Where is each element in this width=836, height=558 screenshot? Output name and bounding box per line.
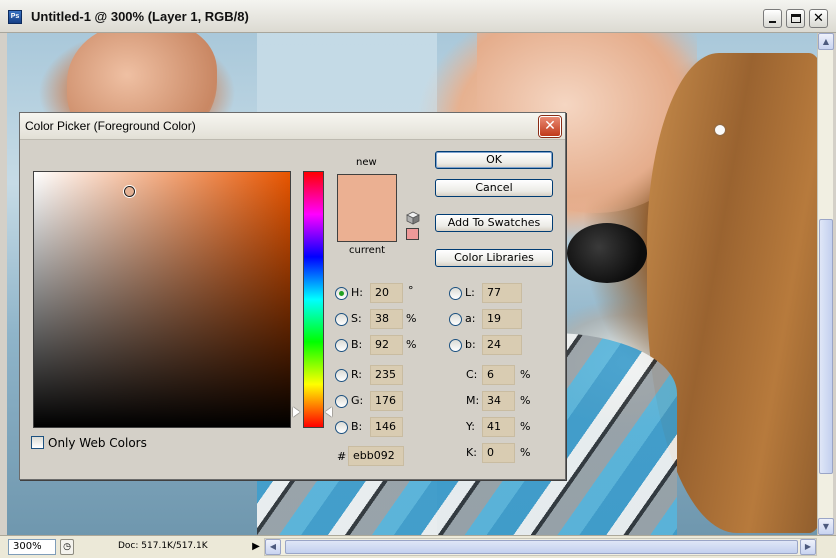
lab-l-label: L: <box>465 286 475 299</box>
brightness-label: B: <box>351 338 363 351</box>
status-bar: 300% ◷ Doc: 517.1K/517.1K ▶ ◀ ▶ <box>0 535 836 558</box>
hue-field[interactable]: 20 <box>370 283 403 303</box>
photo-region-sunglasses <box>567 223 647 283</box>
document-size-info: Doc: 517.1K/517.1K <box>118 541 208 551</box>
cancel-button[interactable]: Cancel <box>435 179 553 197</box>
web-safe-color-swatch[interactable] <box>406 228 419 240</box>
saturation-unit: % <box>406 312 417 325</box>
blue-label: B: <box>351 420 363 433</box>
color-field[interactable] <box>33 171 291 428</box>
radio-lab-b[interactable] <box>449 339 462 352</box>
vertical-scrollbar[interactable]: ▲ ▼ <box>817 33 834 535</box>
green-field[interactable]: 176 <box>370 391 403 411</box>
black-unit: % <box>520 446 531 459</box>
close-icon: ✕ <box>544 118 556 134</box>
color-picker-dialog: Color Picker (Foreground Color) ✕ new cu… <box>19 112 566 480</box>
dialog-titlebar: Color Picker (Foreground Color) ✕ <box>20 113 565 140</box>
current-color-label: current <box>349 245 386 256</box>
close-icon: ✕ <box>813 11 824 26</box>
hex-field[interactable]: ebb092 <box>348 446 404 466</box>
photoshop-app-icon: Ps <box>8 10 22 24</box>
ok-button[interactable]: OK <box>435 151 553 169</box>
green-label: G: <box>351 394 364 407</box>
status-menu-arrow-icon[interactable]: ▶ <box>250 539 262 555</box>
new-color-label: new <box>356 157 377 168</box>
web-safe-cube-icon[interactable] <box>406 211 420 225</box>
hue-slider-left-handle[interactable] <box>293 407 300 417</box>
hex-label: # <box>337 450 347 463</box>
radio-green[interactable] <box>335 395 348 408</box>
yellow-field[interactable]: 41 <box>482 417 515 437</box>
add-to-swatches-button[interactable]: Add To Swatches <box>435 214 553 232</box>
magenta-field[interactable]: 34 <box>482 391 515 411</box>
color-libraries-button[interactable]: Color Libraries <box>435 249 553 267</box>
new-color-swatch <box>337 174 397 242</box>
red-field[interactable]: 235 <box>370 365 403 385</box>
magenta-label: M: <box>466 394 480 407</box>
radio-saturation[interactable] <box>335 313 348 326</box>
radio-hue[interactable] <box>335 287 348 300</box>
maximize-icon <box>791 14 801 23</box>
window-close-button[interactable]: ✕ <box>809 9 828 28</box>
hue-slider[interactable] <box>303 171 324 428</box>
window-title: Untitled-1 @ 300% (Layer 1, RGB/8) <box>31 9 249 24</box>
black-field[interactable]: 0 <box>482 443 515 463</box>
color-field-marker[interactable] <box>124 186 135 197</box>
radio-lab-l[interactable] <box>449 287 462 300</box>
hue-label: H: <box>351 286 363 299</box>
vertical-scroll-thumb[interactable] <box>819 219 833 474</box>
horizontal-scrollbar[interactable]: ◀ ▶ <box>264 538 817 556</box>
radio-brightness[interactable] <box>335 339 348 352</box>
minimize-icon <box>769 21 776 23</box>
scroll-down-button[interactable]: ▼ <box>818 518 834 535</box>
cyan-unit: % <box>520 368 531 381</box>
scroll-right-button[interactable]: ▶ <box>800 539 816 555</box>
brightness-unit: % <box>406 338 417 351</box>
cyan-label: C: <box>466 368 478 381</box>
only-web-colors-label: Only Web Colors <box>48 436 147 450</box>
radio-lab-a[interactable] <box>449 313 462 326</box>
dialog-title: Color Picker (Foreground Color) <box>25 119 196 133</box>
cyan-field[interactable]: 6 <box>482 365 515 385</box>
yellow-label: Y: <box>466 420 475 433</box>
radio-blue[interactable] <box>335 421 348 434</box>
minimize-button[interactable] <box>763 9 782 28</box>
lab-b-label: b: <box>465 338 476 351</box>
lab-a-field[interactable]: 19 <box>482 309 522 329</box>
scroll-left-button[interactable]: ◀ <box>265 539 281 555</box>
horizontal-scroll-thumb[interactable] <box>285 540 798 554</box>
zoom-level-field[interactable]: 300% <box>8 539 56 555</box>
window-titlebar: Ps Untitled-1 @ 300% (Layer 1, RGB/8) ✕ <box>0 0 836 33</box>
magenta-unit: % <box>520 394 531 407</box>
radio-selected-dot <box>339 291 344 296</box>
dialog-close-button[interactable]: ✕ <box>539 116 561 137</box>
status-info-icon[interactable]: ◷ <box>60 539 74 555</box>
hue-unit: ° <box>408 284 414 297</box>
saturation-field[interactable]: 38 <box>370 309 403 329</box>
hue-slider-right-handle[interactable] <box>325 407 332 417</box>
blue-field[interactable]: 146 <box>370 417 403 437</box>
radio-red[interactable] <box>335 369 348 382</box>
red-label: R: <box>351 368 363 381</box>
only-web-colors-checkbox[interactable] <box>31 436 44 449</box>
lab-b-field[interactable]: 24 <box>482 335 522 355</box>
saturation-label: S: <box>351 312 362 325</box>
yellow-unit: % <box>520 420 531 433</box>
lab-l-field[interactable]: 77 <box>482 283 522 303</box>
maximize-button[interactable] <box>786 9 805 28</box>
black-label: K: <box>466 446 477 459</box>
lab-a-label: a: <box>465 312 476 325</box>
photo-region-earring <box>715 125 725 135</box>
scroll-up-button[interactable]: ▲ <box>818 33 834 50</box>
brightness-field[interactable]: 92 <box>370 335 403 355</box>
